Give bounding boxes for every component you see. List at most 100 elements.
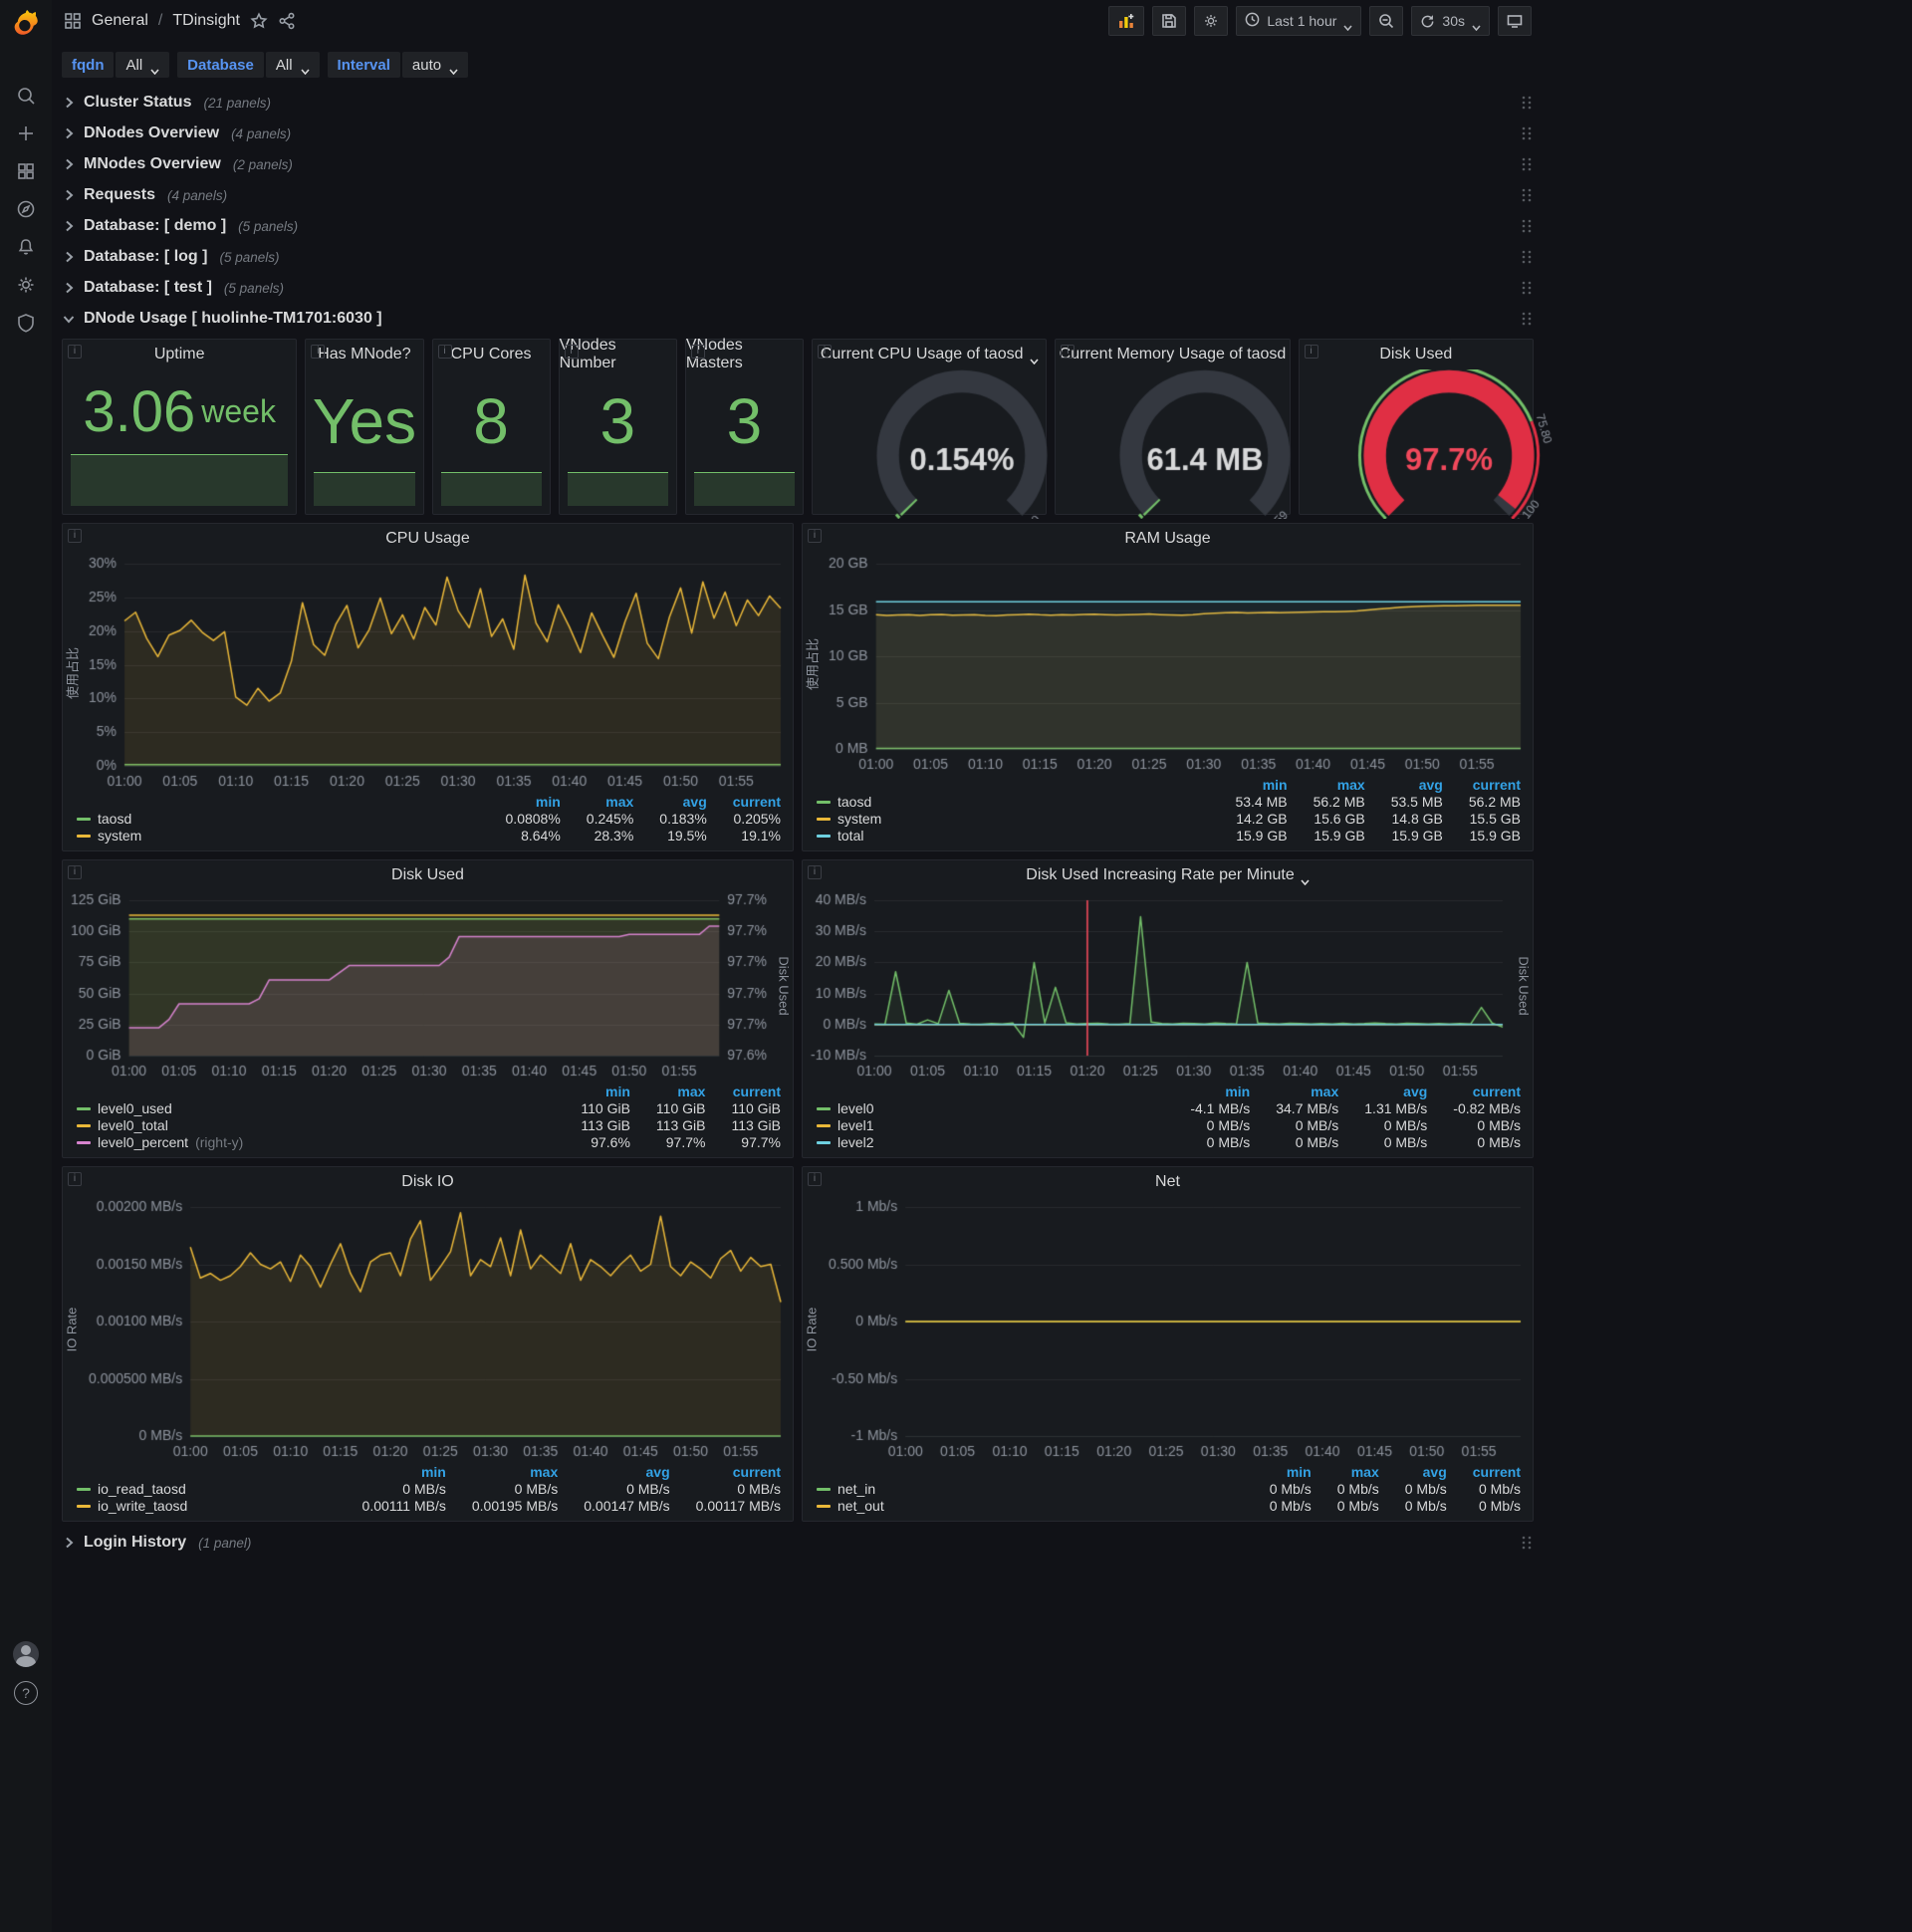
- panel-info-icon[interactable]: i: [1061, 345, 1076, 359]
- legend-header[interactable]: current: [1447, 1464, 1521, 1480]
- panel-title[interactable]: Uptime: [63, 340, 296, 369]
- help-icon[interactable]: ?: [14, 1681, 38, 1705]
- legend-series[interactable]: net_out: [817, 1498, 1244, 1514]
- configuration-gear-icon[interactable]: [8, 273, 44, 297]
- ram-usage-chart[interactable]: [821, 554, 1533, 775]
- panel-info-icon[interactable]: i: [68, 345, 82, 359]
- legend-header[interactable]: avg: [1397, 1464, 1447, 1480]
- legend-header[interactable]: current: [707, 1084, 781, 1099]
- panel-info-icon[interactable]: i: [808, 865, 822, 879]
- legend-header[interactable]: current: [1447, 777, 1521, 793]
- row-drag-handle[interactable]: [1520, 280, 1534, 296]
- legend-series[interactable]: io_read_taosd: [77, 1481, 337, 1497]
- legend-series[interactable]: level0_total: [77, 1117, 555, 1133]
- alerting-bell-icon[interactable]: [8, 235, 44, 259]
- disk-used-chart[interactable]: [63, 890, 775, 1082]
- row-drag-handle[interactable]: [1520, 311, 1534, 327]
- panel-info-icon[interactable]: i: [68, 529, 82, 543]
- explore-compass-icon[interactable]: [8, 197, 44, 221]
- row-drag-handle[interactable]: [1520, 1535, 1534, 1551]
- star-icon[interactable]: [250, 12, 268, 30]
- row-drag-handle[interactable]: [1520, 218, 1534, 234]
- breadcrumb-dashboard[interactable]: TDinsight: [172, 12, 240, 30]
- dashboards-icon[interactable]: [8, 159, 44, 183]
- variable-label[interactable]: Interval: [327, 52, 400, 78]
- legend-header[interactable]: max: [504, 1464, 558, 1480]
- legend-header[interactable]: min: [1199, 1084, 1250, 1099]
- panel-info-icon[interactable]: i: [690, 345, 705, 359]
- dashboard-row-database-demo[interactable]: Database: [ demo ] (5 panels): [62, 213, 1534, 239]
- create-plus-icon[interactable]: [8, 121, 44, 145]
- panel-title[interactable]: Current Memory Usage of taosd: [1056, 340, 1289, 369]
- legend-series[interactable]: system: [817, 811, 1209, 827]
- legend-header[interactable]: current: [707, 1464, 781, 1480]
- dashboard-row-dnodes-overview[interactable]: DNodes Overview (4 panels): [62, 121, 1534, 146]
- panel-menu-caret-icon[interactable]: [1029, 352, 1039, 365]
- variable-value-dropdown[interactable]: auto: [401, 52, 469, 78]
- legend-series[interactable]: level0_percent (right-y): [77, 1134, 555, 1150]
- panel-title[interactable]: Disk IO: [63, 1167, 793, 1197]
- row-drag-handle[interactable]: [1520, 249, 1534, 265]
- panel-info-icon[interactable]: i: [808, 1172, 822, 1186]
- legend-header[interactable]: max: [651, 1084, 705, 1099]
- user-avatar[interactable]: [13, 1641, 39, 1667]
- legend-header[interactable]: avg: [657, 794, 707, 810]
- panel-title[interactable]: RAM Usage: [803, 524, 1533, 554]
- legend-series[interactable]: net_in: [817, 1481, 1244, 1497]
- disk-rate-chart[interactable]: [803, 890, 1515, 1082]
- panel-title[interactable]: CPU Usage: [63, 524, 793, 554]
- row-drag-handle[interactable]: [1520, 95, 1534, 111]
- legend-header[interactable]: current: [1447, 1084, 1521, 1099]
- legend-header[interactable]: avg: [1393, 777, 1443, 793]
- dashboard-row-login-history[interactable]: Login History (1 panel): [62, 1530, 1534, 1556]
- legend-series[interactable]: level1: [817, 1117, 1164, 1133]
- tv-mode-button[interactable]: [1498, 6, 1532, 36]
- legend-series[interactable]: system: [77, 828, 480, 844]
- legend-header[interactable]: avg: [1377, 1084, 1427, 1099]
- panel-info-icon[interactable]: i: [437, 345, 452, 359]
- variable-value-dropdown[interactable]: All: [265, 52, 320, 78]
- panel-info-icon[interactable]: i: [68, 1172, 82, 1186]
- legend-header[interactable]: max: [580, 794, 633, 810]
- panel-menu-caret-icon[interactable]: [1301, 872, 1310, 886]
- panel-info-icon[interactable]: i: [68, 865, 82, 879]
- variable-label[interactable]: Database: [177, 52, 264, 78]
- legend-series[interactable]: taosd: [817, 794, 1209, 810]
- legend-header[interactable]: min: [510, 794, 561, 810]
- admin-shield-icon[interactable]: [8, 311, 44, 335]
- variable-label[interactable]: fqdn: [62, 52, 115, 78]
- panel-title[interactable]: Disk Used: [63, 860, 793, 890]
- panel-info-icon[interactable]: i: [564, 345, 579, 359]
- time-picker-button[interactable]: Last 1 hour: [1236, 6, 1362, 36]
- refresh-button[interactable]: 30s: [1411, 6, 1490, 36]
- share-icon[interactable]: [278, 12, 296, 30]
- legend-series[interactable]: level0: [817, 1100, 1164, 1116]
- zoom-out-button[interactable]: [1369, 6, 1404, 36]
- legend-header[interactable]: max: [1312, 777, 1365, 793]
- legend-header[interactable]: min: [395, 1464, 446, 1480]
- dashboard-row-requests[interactable]: Requests (4 panels): [62, 182, 1534, 208]
- panel-title[interactable]: Current CPU Usage of taosd: [813, 340, 1046, 369]
- legend-series[interactable]: level0_used: [77, 1100, 555, 1116]
- panel-title[interactable]: Disk Used: [1300, 340, 1533, 369]
- panel-info-icon[interactable]: i: [808, 529, 822, 543]
- legend-series[interactable]: level2: [817, 1134, 1164, 1150]
- cpu-usage-chart[interactable]: [81, 554, 793, 792]
- panel-info-icon[interactable]: i: [1304, 345, 1318, 359]
- legend-header[interactable]: min: [1261, 1464, 1312, 1480]
- legend-header[interactable]: max: [1285, 1084, 1338, 1099]
- save-dashboard-button[interactable]: [1152, 6, 1187, 36]
- disk-io-chart[interactable]: [81, 1197, 793, 1462]
- dashboard-row-cluster-status[interactable]: Cluster Status (21 panels): [62, 90, 1534, 116]
- row-drag-handle[interactable]: [1520, 125, 1534, 141]
- legend-header[interactable]: current: [707, 794, 781, 810]
- search-icon[interactable]: [8, 84, 44, 108]
- legend-header[interactable]: min: [1237, 777, 1288, 793]
- panel-info-icon[interactable]: i: [818, 345, 833, 359]
- legend-series[interactable]: total: [817, 828, 1209, 844]
- dashboard-settings-button[interactable]: [1194, 6, 1229, 36]
- legend-header[interactable]: avg: [620, 1464, 670, 1480]
- add-panel-button[interactable]: [1108, 6, 1145, 36]
- legend-series[interactable]: io_write_taosd: [77, 1498, 337, 1514]
- net-chart[interactable]: [821, 1197, 1533, 1462]
